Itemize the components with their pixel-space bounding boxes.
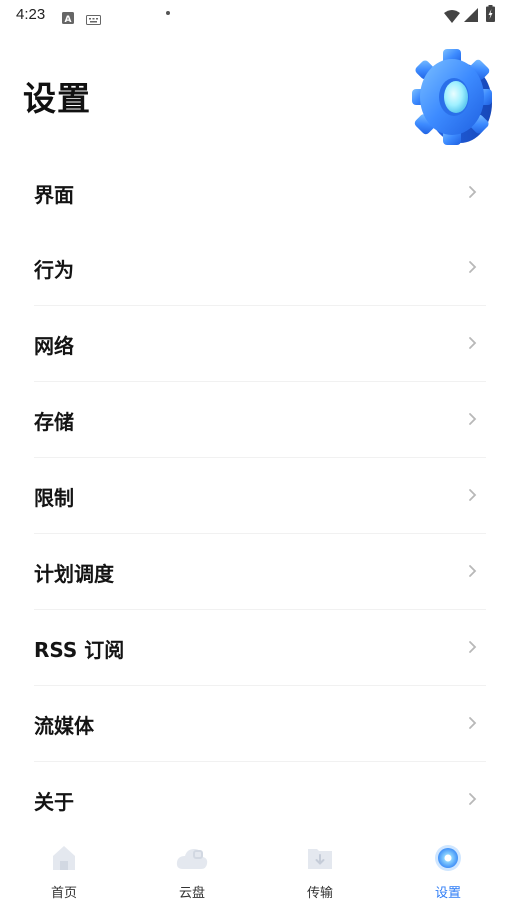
nav-label: 云盘 <box>178 886 205 901</box>
settings-item-behavior[interactable]: 行为 <box>34 230 486 306</box>
nav-label: 传输 <box>306 886 333 901</box>
settings-list: 界面 行为 网络 存储 限制 计划调度 RSS 订阅 流媒体 关于 <box>34 155 486 837</box>
settings-item-label: 计划调度 <box>34 562 114 586</box>
status-bar: 4:23 A <box>0 0 513 30</box>
settings-item-limits[interactable]: 限制 <box>34 458 486 534</box>
keyboard-icon <box>86 10 101 29</box>
chevron-right-icon <box>469 186 477 198</box>
nav-transfer[interactable]: 传输 <box>256 835 384 912</box>
home-icon <box>49 843 79 877</box>
settings-item-about[interactable]: 关于 <box>34 762 486 837</box>
chevron-right-icon <box>469 565 477 577</box>
settings-item-label: 限制 <box>34 486 74 510</box>
settings-item-network[interactable]: 网络 <box>34 306 486 382</box>
battery-charging-icon <box>486 5 495 26</box>
notification-dot <box>166 11 170 15</box>
chevron-right-icon <box>469 337 477 349</box>
chevron-right-icon <box>469 261 477 273</box>
chevron-right-icon <box>469 413 477 425</box>
settings-item-label: 行为 <box>34 258 74 282</box>
settings-item-label: 流媒体 <box>34 714 94 738</box>
cloud-icon <box>175 843 209 877</box>
settings-item-label: 关于 <box>34 790 74 814</box>
chevron-right-icon <box>469 793 477 805</box>
settings-item-label: 网络 <box>34 334 74 358</box>
chevron-right-icon <box>469 717 477 729</box>
chevron-right-icon <box>469 641 477 653</box>
settings-item-storage[interactable]: 存储 <box>34 382 486 458</box>
bottom-navigation: 首页 云盘 传输 设置 <box>0 835 513 912</box>
settings-item-label: 界面 <box>34 183 74 207</box>
settings-gear-illustration <box>410 45 500 150</box>
status-time: 4:23 <box>16 6 46 23</box>
signal-icon <box>464 7 478 26</box>
settings-item-label: RSS 订阅 <box>34 638 125 662</box>
transfer-icon <box>305 843 335 877</box>
nav-cloud[interactable]: 云盘 <box>128 835 256 912</box>
nav-settings[interactable]: 设置 <box>384 835 512 912</box>
settings-icon <box>433 843 463 877</box>
settings-item-interface[interactable]: 界面 <box>34 155 486 230</box>
wifi-icon <box>444 8 460 27</box>
settings-item-label: 存储 <box>34 410 74 434</box>
svg-text:A: A <box>65 15 72 24</box>
page-title: 设置 <box>23 79 91 118</box>
nav-label: 首页 <box>50 886 77 901</box>
settings-item-rss[interactable]: RSS 订阅 <box>34 610 486 686</box>
settings-item-streaming[interactable]: 流媒体 <box>34 686 486 762</box>
text-notification-icon: A <box>62 9 74 28</box>
chevron-right-icon <box>469 489 477 501</box>
nav-home[interactable]: 首页 <box>0 835 128 912</box>
nav-label: 设置 <box>434 886 461 901</box>
settings-item-scheduler[interactable]: 计划调度 <box>34 534 486 610</box>
